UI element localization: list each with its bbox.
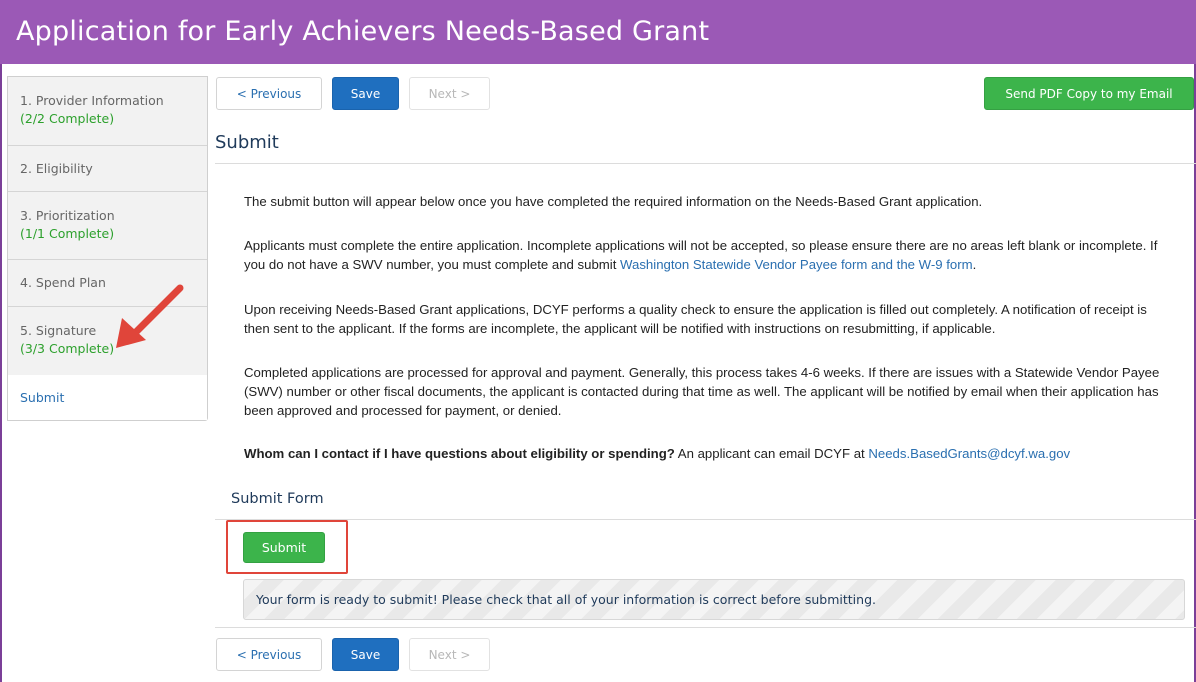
instruction-paragraph-1: The submit button will appear below once… [244, 194, 983, 209]
sidebar-item-label: 1. Provider Information [20, 93, 164, 108]
ready-to-submit-message: Your form is ready to submit! Please che… [243, 579, 1185, 620]
instruction-paragraph-3: Upon receiving Needs-Based Grant applica… [244, 302, 1147, 336]
sidebar-nav: 1. Provider Information (2/2 Complete) 2… [7, 76, 208, 421]
paragraph-text-end: . [972, 257, 977, 272]
previous-button-bottom[interactable]: < Previous [216, 638, 322, 671]
contact-text: An applicant can email DCYF at [674, 446, 869, 461]
save-button-bottom[interactable]: Save [332, 638, 399, 671]
sidebar-item-label: 2. Eligibility [20, 161, 93, 176]
contact-question: Whom can I contact if I have questions a… [244, 446, 675, 461]
page-title: Application for Early Achievers Needs-Ba… [0, 0, 1196, 64]
sidebar-item-submit[interactable]: Submit [8, 375, 207, 420]
instruction-paragraph-2: Applicants must complete the entire appl… [244, 236, 1174, 274]
instruction-paragraph-4: Completed applications are processed for… [244, 365, 1160, 418]
section-heading-submit-form: Submit Form [231, 491, 324, 507]
sidebar-item-label: Submit [20, 390, 65, 405]
send-pdf-email-button[interactable]: Send PDF Copy to my Email [984, 77, 1194, 110]
sidebar-item-label: 3. Prioritization [20, 208, 115, 223]
next-button: Next > [409, 77, 490, 110]
divider [215, 627, 1196, 628]
sidebar-item-provider-information[interactable]: 1. Provider Information (2/2 Complete) [8, 77, 207, 146]
sidebar-item-status: (1/1 Complete) [20, 226, 115, 241]
sidebar-item-eligibility[interactable]: 2. Eligibility [8, 146, 207, 192]
divider [215, 163, 1196, 164]
next-button-bottom: Next > [409, 638, 490, 671]
sidebar-item-prioritization[interactable]: 3. Prioritization (1/1 Complete) [8, 192, 207, 260]
sidebar-item-status: (2/2 Complete) [20, 111, 115, 126]
annotation-arrow-icon [116, 284, 184, 348]
save-button[interactable]: Save [332, 77, 399, 110]
dcyf-email-link[interactable]: Needs.BasedGrants@dcyf.wa.gov [868, 446, 1070, 461]
vendor-payee-form-link[interactable]: Washington Statewide Vendor Payee form a… [620, 257, 973, 272]
submit-button[interactable]: Submit [243, 532, 325, 563]
contact-paragraph: Whom can I contact if I have questions a… [244, 444, 1174, 463]
previous-button[interactable]: < Previous [216, 77, 322, 110]
section-heading-submit: Submit [215, 132, 279, 153]
divider [215, 519, 1196, 520]
